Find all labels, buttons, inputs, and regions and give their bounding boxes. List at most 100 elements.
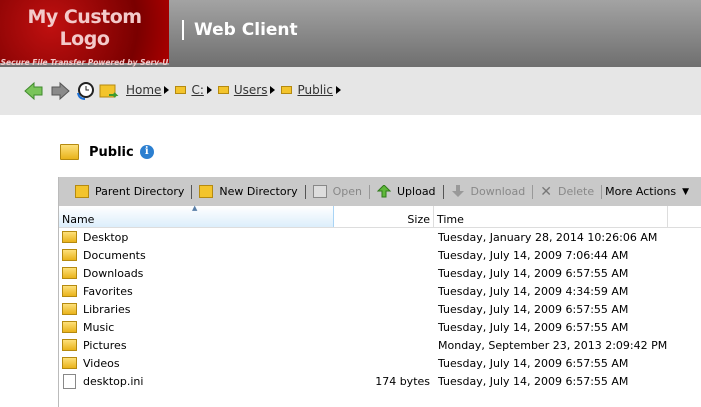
more-actions-label: More Actions (605, 185, 677, 198)
name-cell: Music (59, 321, 334, 334)
new-directory-label: New Directory (219, 185, 298, 198)
chevron-right-icon (206, 86, 212, 94)
file-name: Music (83, 320, 115, 334)
sort-asc-icon: ▲ (192, 204, 198, 212)
file-icon (63, 373, 76, 389)
column-time[interactable]: Time (434, 206, 668, 227)
history-icon[interactable] (75, 81, 95, 101)
page-title: Public (89, 144, 134, 160)
open-folder-icon (312, 185, 327, 198)
name-cell: Videos (59, 357, 334, 370)
parent-directory-button[interactable]: Parent Directory (71, 185, 188, 198)
upload-button[interactable]: Upload (373, 185, 440, 198)
time-cell: Tuesday, July 14, 2009 4:34:59 AM (438, 284, 629, 298)
file-name: desktop.ini (83, 374, 144, 388)
delete-button[interactable]: ✕ Delete (536, 184, 598, 200)
name-cell: Favorites (59, 285, 334, 298)
back-arrow-icon[interactable] (24, 81, 44, 101)
breadcrumb-c[interactable]: C: (191, 83, 203, 97)
info-icon[interactable]: i (139, 145, 154, 159)
file-name: Favorites (83, 284, 133, 298)
logo-text: My Custom Logo (27, 6, 142, 50)
separator (601, 184, 603, 199)
logo: My Custom Logo Secure File Transfer Powe… (0, 0, 169, 67)
folder-icon (62, 321, 77, 333)
separator (442, 184, 444, 199)
size-cell: 174 bytes (375, 374, 430, 388)
chevron-right-icon (335, 86, 341, 94)
time-cell: Tuesday, July 14, 2009 6:57:55 AM (438, 320, 629, 334)
forward-arrow-icon[interactable] (50, 81, 70, 101)
parent-folder-icon (75, 185, 89, 198)
table-row[interactable]: Desktop Tuesday, January 28, 2014 10:26:0… (59, 228, 701, 246)
more-actions-button[interactable]: More Actions ▼ (605, 185, 693, 198)
open-label: Open (332, 185, 362, 198)
app-title: Web Client (182, 20, 298, 40)
time-cell: Tuesday, July 14, 2009 6:57:55 AM (438, 302, 629, 316)
separator (304, 184, 306, 199)
table-row[interactable]: Libraries Tuesday, July 14, 2009 6:57:55 … (59, 300, 701, 318)
table-header: ▲ Name Size Time (59, 204, 701, 228)
name-cell: Downloads (59, 267, 334, 280)
upload-label: Upload (397, 185, 436, 198)
breadcrumb-home[interactable]: Home (126, 83, 161, 97)
time-cell: Tuesday, July 14, 2009 6:57:55 AM (438, 266, 629, 280)
folder-icon (62, 267, 77, 279)
name-cell: Pictures (59, 339, 334, 352)
breadcrumb: Home C: Users Public (126, 83, 347, 97)
separator (369, 184, 370, 199)
folder-sync-icon[interactable] (99, 81, 119, 101)
table-row[interactable]: Videos Tuesday, July 14, 2009 6:57:55 AM (59, 354, 701, 372)
column-size-label: Size (407, 213, 430, 226)
time-cell: Tuesday, July 14, 2009 6:57:55 AM (438, 356, 629, 370)
nav-bar: Home C: Users Public (0, 67, 701, 115)
new-directory-button[interactable]: New Directory (195, 185, 301, 198)
breadcrumb-public[interactable]: Public (297, 83, 333, 97)
download-button[interactable]: Download (447, 185, 530, 198)
column-name[interactable]: ▲ Name (59, 204, 334, 227)
folder-icon (281, 86, 293, 94)
table-row[interactable]: Downloads Tuesday, July 14, 2009 6:57:55 … (59, 264, 701, 282)
column-size[interactable]: Size (334, 206, 434, 227)
separator (532, 184, 534, 199)
separator (191, 184, 193, 199)
file-name: Videos (83, 356, 120, 370)
file-name: Downloads (83, 266, 144, 280)
file-name: Libraries (83, 302, 131, 316)
table-row[interactable]: desktop.ini 174 bytes Tuesday, July 14, 20… (59, 372, 701, 390)
chevron-right-icon (270, 86, 276, 94)
folder-icon (62, 357, 77, 369)
open-button[interactable]: Open (309, 185, 366, 198)
name-cell: Libraries (59, 303, 334, 316)
file-name: Desktop (83, 230, 129, 244)
parent-directory-label: Parent Directory (95, 185, 185, 198)
table-row[interactable]: Pictures Monday, September 23, 2013 2:09:… (59, 336, 701, 354)
table-row[interactable]: Documents Tuesday, July 14, 2009 7:06:44 … (59, 246, 701, 264)
column-name-label: Name (62, 213, 95, 226)
folder-icon (60, 144, 79, 160)
chevron-down-icon: ▼ (682, 186, 689, 197)
delete-x-icon: ✕ (540, 183, 552, 200)
folder-icon (217, 86, 229, 94)
upload-arrow-icon (377, 185, 391, 198)
folder-icon (62, 249, 77, 261)
logo-subtext: Secure File Transfer Powered by Serv-U (0, 58, 169, 67)
chevron-right-icon (164, 86, 170, 94)
folder-icon (62, 339, 77, 351)
table-row[interactable]: Favorites Tuesday, July 14, 2009 4:34:59 … (59, 282, 701, 300)
column-time-label: Time (437, 213, 464, 226)
file-list: Desktop Tuesday, January 28, 2014 10:26:0… (59, 228, 701, 390)
download-label: Download (470, 185, 526, 198)
breadcrumb-users[interactable]: Users (234, 83, 268, 97)
toolbar: Parent Directory New Directory Open Uplo… (59, 177, 701, 206)
file-name: Pictures (83, 338, 127, 352)
folder-icon (62, 231, 77, 243)
delete-label: Delete (557, 185, 595, 198)
name-cell: desktop.ini (59, 373, 334, 389)
folder-icon (62, 303, 77, 315)
table-row[interactable]: Music Tuesday, July 14, 2009 6:57:55 AM (59, 318, 701, 336)
time-cell: Tuesday, July 14, 2009 6:57:55 AM (438, 374, 629, 388)
time-cell: Tuesday, July 14, 2009 7:06:44 AM (438, 248, 629, 262)
folder-heading: Public i (60, 144, 154, 160)
file-name: Documents (83, 248, 146, 262)
